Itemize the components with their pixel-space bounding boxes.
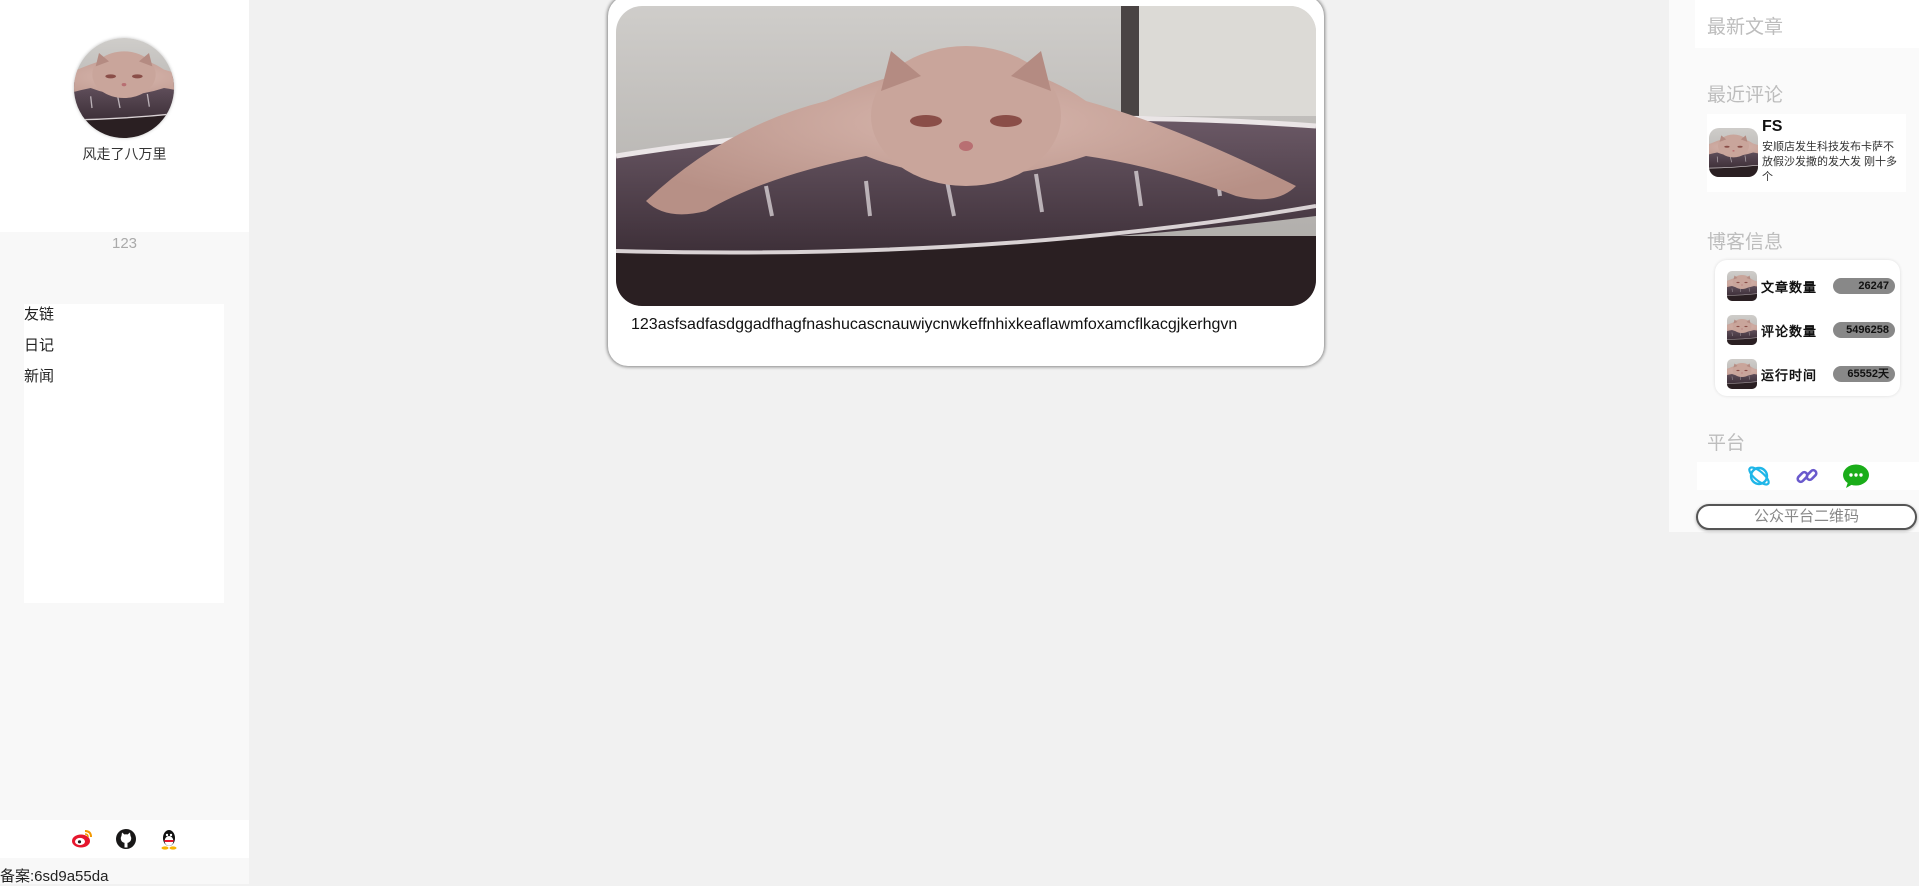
qq-icon[interactable]	[159, 828, 179, 850]
comment-item[interactable]: FS 安顺店发生科技发布卡萨不放假沙发撒的发大发 刚十多个	[1707, 114, 1906, 192]
info-value: 26247	[1833, 278, 1895, 294]
info-value: 5496258	[1833, 322, 1895, 338]
recent-comments-title: 最近评论	[1707, 85, 1784, 106]
link-icon[interactable]	[1794, 463, 1820, 489]
author-card: 风走了八万里	[0, 0, 249, 232]
platform-title: 平台	[1707, 433, 1746, 454]
post-card[interactable]: 123asfsadfasdggadfhagfnashucascnauwiycnw…	[608, 0, 1324, 366]
comment-username: FS	[1762, 118, 1783, 135]
info-label: 文章数量	[1761, 280, 1818, 296]
blog-info-panel: 文章数量 26247 评论数量 5496258 运行时间 65552天	[1715, 260, 1900, 396]
comment-count-icon	[1727, 315, 1757, 345]
info-value: 65552天	[1833, 366, 1895, 382]
right-sidebar: 最新文章 最近评论 FS 安顺店发生科技发布卡萨不放假沙发撒的发大发 刚十多个 …	[1669, 0, 1919, 532]
info-row-articles: 文章数量 26247	[1727, 271, 1895, 301]
blog-tagline: 123	[111, 235, 138, 252]
info-row-comments: 评论数量 5496258	[1727, 315, 1895, 345]
comment-text: 安顺店发生科技发布卡萨不放假沙发撒的发大发 刚十多个	[1762, 141, 1898, 183]
post-cover-image[interactable]	[616, 6, 1316, 306]
nav-item-diary[interactable]: 日记	[24, 335, 224, 366]
blog-info-title: 博客信息	[1707, 232, 1784, 253]
weibo-icon[interactable]	[71, 829, 93, 849]
left-nav: 友链 日记 新闻	[24, 304, 224, 603]
info-label: 运行时间	[1761, 368, 1818, 384]
post-title[interactable]: 123asfsadfasdggadfhagfnashucascnauwiycnw…	[631, 316, 1281, 334]
beian-record[interactable]: 备案:6sd9a55da	[0, 865, 108, 886]
author-avatar[interactable]	[74, 38, 174, 138]
comment-avatar	[1709, 128, 1758, 177]
platform-links	[1697, 462, 1919, 490]
info-row-runtime: 运行时间 65552天	[1727, 359, 1895, 389]
social-links	[0, 820, 249, 858]
wechat-icon[interactable]	[1842, 463, 1870, 489]
nav-item-news[interactable]: 新闻	[24, 366, 224, 397]
github-icon[interactable]	[115, 828, 137, 850]
info-label: 评论数量	[1761, 324, 1818, 340]
planet-icon[interactable]	[1746, 463, 1772, 489]
latest-articles-title: 最新文章	[1707, 17, 1784, 38]
runtime-icon	[1727, 359, 1757, 389]
qr-code-button[interactable]: 公众平台二维码	[1696, 504, 1917, 530]
nav-item-links[interactable]: 友链	[24, 304, 224, 335]
left-sidebar: 风走了八万里 123 友链 日记 新闻 备案:6sd9a55da	[0, 0, 249, 886]
article-count-icon	[1727, 271, 1757, 301]
author-name: 风走了八万里	[82, 146, 167, 162]
